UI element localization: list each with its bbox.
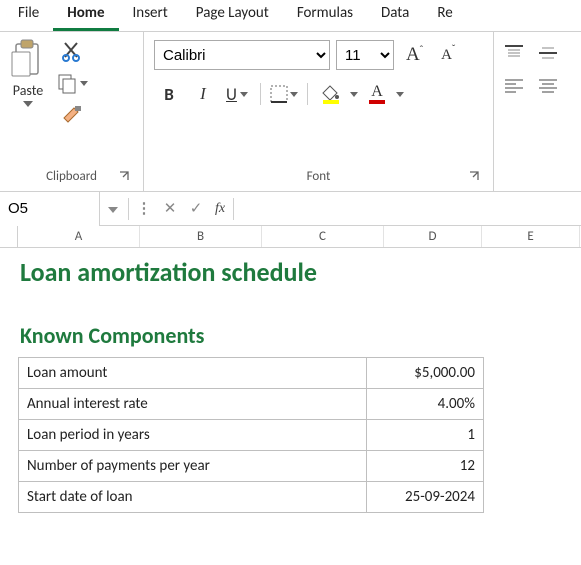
name-box[interactable]	[0, 192, 100, 226]
formula-bar: ⋮ ✕ ✓ fx	[0, 192, 581, 226]
table-row[interactable]: Number of payments per year12	[19, 451, 484, 482]
fx-icon[interactable]: fx	[215, 201, 225, 217]
cell-label[interactable]: Number of payments per year	[19, 451, 367, 482]
cell-value[interactable]: $5,000.00	[367, 358, 484, 389]
tab-page-layout[interactable]: Page Layout	[182, 0, 283, 31]
align-middle-icon[interactable]	[538, 44, 558, 62]
column-headers: A B C D E	[0, 226, 581, 248]
group-alignment	[494, 32, 581, 191]
font-name-select[interactable]: Calibri	[154, 40, 330, 70]
cell-value[interactable]: 4.00%	[367, 389, 484, 420]
known-components-table: Loan amount$5,000.00 Annual interest rat…	[18, 357, 484, 513]
ribbon: Paste Clipboard	[0, 32, 581, 192]
separator	[307, 83, 308, 105]
font-color-button[interactable]: A	[362, 80, 392, 108]
table-row[interactable]: Start date of loan25-09-2024	[19, 482, 484, 513]
font-size-select[interactable]: 11	[336, 40, 394, 70]
cell-value[interactable]: 1	[367, 420, 484, 451]
tab-data[interactable]: Data	[367, 0, 423, 31]
group-font: Calibri 11 Aˆ Aˇ B I U	[144, 32, 494, 191]
increase-font-size[interactable]: Aˆ	[400, 42, 429, 68]
clipboard-dialog-launcher[interactable]	[119, 171, 133, 185]
tab-file[interactable]: File	[4, 0, 53, 31]
formula-dots[interactable]: ⋮	[131, 199, 157, 218]
worksheet[interactable]: Loan amortization schedule Known Compone…	[0, 248, 581, 513]
tab-home[interactable]: Home	[53, 0, 118, 31]
col-header-C[interactable]: C	[262, 226, 384, 247]
col-header-B[interactable]: B	[140, 226, 262, 247]
separator	[128, 198, 129, 220]
underline-button[interactable]: U	[222, 80, 252, 108]
group-label-clipboard: Clipboard	[46, 169, 97, 184]
tab-insert[interactable]: Insert	[119, 0, 182, 31]
table-row[interactable]: Loan period in years1	[19, 420, 484, 451]
formula-input[interactable]	[236, 193, 581, 225]
section-heading: Known Components	[18, 306, 581, 357]
align-top-icon[interactable]	[504, 44, 524, 62]
font-dialog-launcher[interactable]	[469, 171, 483, 185]
font-color-dropdown[interactable]	[396, 92, 404, 97]
sheet-title: Loan amortization schedule	[18, 248, 581, 306]
cancel-formula-icon[interactable]: ✕	[157, 199, 183, 218]
cell-value[interactable]: 25-09-2024	[367, 482, 484, 513]
align-left-icon[interactable]	[504, 78, 524, 94]
select-all-corner[interactable]	[0, 226, 18, 247]
col-header-A[interactable]: A	[18, 226, 140, 247]
cut-icon[interactable]	[56, 40, 88, 62]
separator	[260, 83, 261, 105]
ribbon-tabs: File Home Insert Page Layout Formulas Da…	[0, 0, 581, 32]
cell-value[interactable]: 12	[367, 451, 484, 482]
bold-button[interactable]: B	[154, 80, 184, 108]
copy-icon[interactable]	[56, 72, 88, 94]
cell-label[interactable]: Loan period in years	[19, 420, 367, 451]
cell-label[interactable]: Start date of loan	[19, 482, 367, 513]
group-clipboard: Paste Clipboard	[0, 32, 144, 191]
align-center-icon[interactable]	[538, 78, 558, 94]
table-row[interactable]: Loan amount$5,000.00	[19, 358, 484, 389]
paste-label[interactable]: Paste	[13, 82, 43, 99]
italic-button[interactable]: I	[188, 80, 218, 108]
paste-dropdown[interactable]	[23, 101, 33, 107]
group-label-font: Font	[307, 169, 331, 184]
separator	[233, 198, 234, 220]
col-header-E[interactable]: E	[482, 226, 580, 247]
cell-label[interactable]: Annual interest rate	[19, 389, 367, 420]
borders-button[interactable]	[269, 80, 299, 108]
enter-formula-icon[interactable]: ✓	[183, 199, 209, 218]
format-painter-icon[interactable]	[56, 104, 88, 128]
col-header-D[interactable]: D	[384, 226, 482, 247]
clipboard-icon[interactable]	[10, 38, 46, 80]
cell-label[interactable]: Loan amount	[19, 358, 367, 389]
tab-formulas[interactable]: Formulas	[283, 0, 367, 31]
fill-color-button[interactable]	[316, 80, 346, 108]
fill-color-dropdown[interactable]	[350, 92, 358, 97]
tab-review[interactable]: Re	[423, 0, 466, 31]
table-row[interactable]: Annual interest rate4.00%	[19, 389, 484, 420]
decrease-font-size[interactable]: Aˇ	[435, 45, 461, 66]
namebox-dropdown[interactable]	[100, 200, 126, 218]
